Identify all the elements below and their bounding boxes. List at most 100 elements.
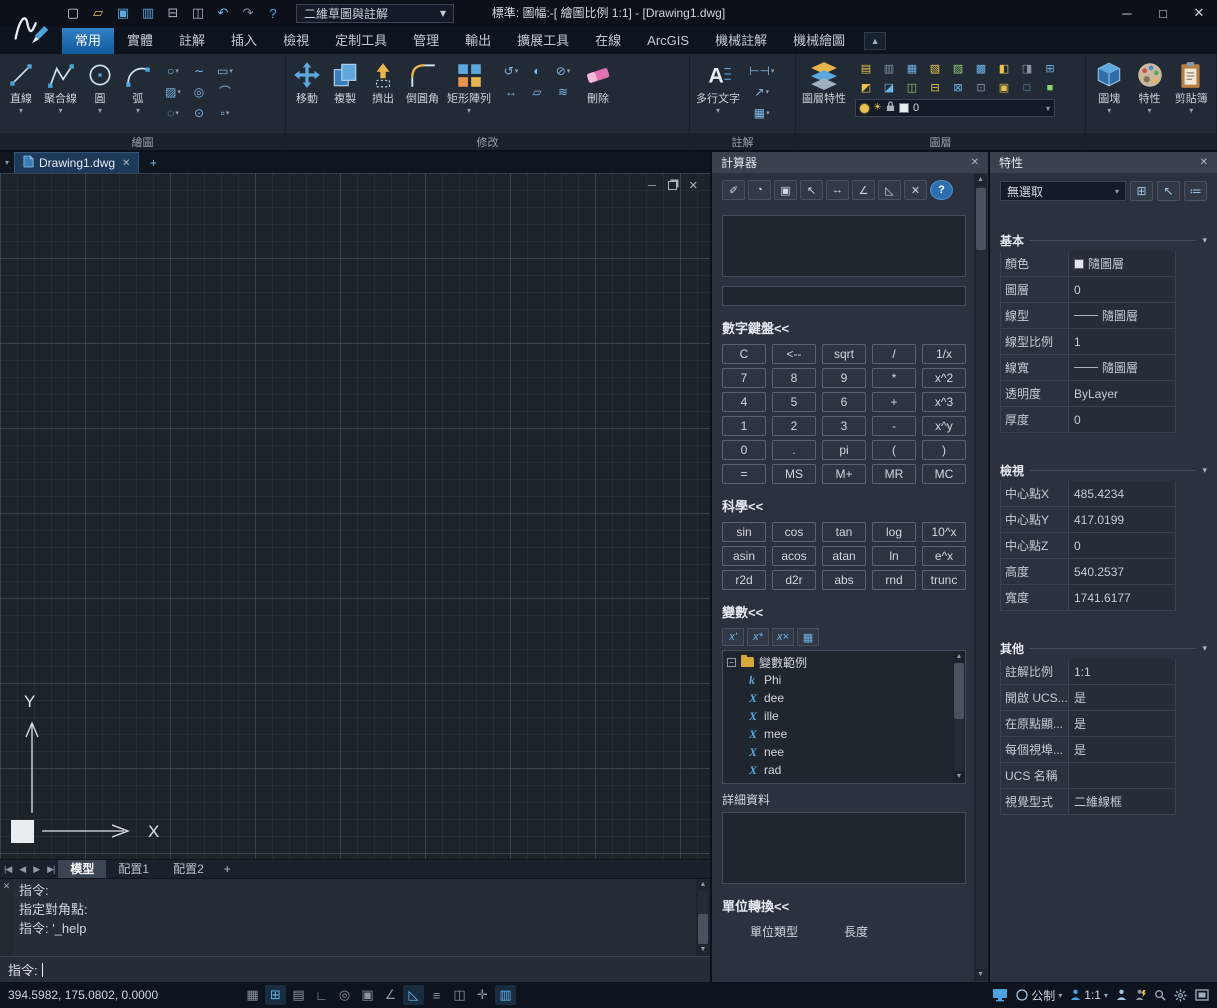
open-folder-icon[interactable]: ▱ — [87, 3, 109, 23]
block-tool[interactable]: 圖塊 ▾ — [1091, 57, 1127, 116]
calc-digit-4-button[interactable]: 4 — [722, 392, 766, 412]
property-value[interactable]: 是 — [1069, 711, 1175, 736]
make-current-layer-icon[interactable]: ⊞ — [1039, 60, 1061, 77]
close-button[interactable]: ✕ — [1181, 0, 1217, 26]
turn-layer-on-icon[interactable]: ▤ — [855, 60, 877, 77]
arc-tool[interactable]: 弧 ▾ — [120, 57, 156, 116]
close-palette-icon[interactable]: ✕ — [1200, 157, 1208, 168]
ortho-mode-icon[interactable]: ∟ — [311, 985, 332, 1005]
calc-cos-button[interactable]: cos — [772, 522, 816, 542]
scrollbar-thumb[interactable] — [976, 188, 986, 250]
property-value[interactable]: 0 — [1069, 533, 1175, 558]
property-row-other-3[interactable]: 每個視埠...是 — [1000, 737, 1176, 763]
layer-freeze-icon[interactable]: ▦ — [901, 60, 923, 77]
calc-cube-button[interactable]: x^3 — [922, 392, 966, 412]
property-row-basic-4[interactable]: 線寬隨圖層 — [1000, 355, 1176, 381]
save-icon[interactable]: ▣ — [112, 3, 134, 23]
dynamic-input-icon[interactable]: ✛ — [472, 985, 493, 1005]
scrollbar-thumb[interactable] — [954, 663, 964, 719]
scroll-down-icon[interactable]: ▼ — [977, 970, 984, 980]
ribbon-tab-12[interactable]: 機械繪圖 — [780, 28, 858, 54]
property-row-basic-3[interactable]: 線型比例1 — [1000, 329, 1176, 355]
minimize-button[interactable]: ─ — [1109, 0, 1145, 26]
rectangle-icon[interactable]: ▭▾ — [214, 61, 236, 80]
calc-trunc-button[interactable]: trunc — [922, 570, 966, 590]
point-icon[interactable]: ⊙ — [188, 103, 210, 122]
calc-acos-button[interactable]: acos — [772, 546, 816, 566]
calc-tan-button[interactable]: tan — [822, 522, 866, 542]
property-row-basic-0[interactable]: 顏色隨圖層 — [1000, 251, 1176, 277]
unit-type-value[interactable]: 長度 — [844, 923, 868, 940]
grid-display-icon[interactable]: ▤ — [288, 985, 309, 1005]
doc-close-icon[interactable]: ✕ — [689, 179, 698, 192]
calc-reciprocal-button[interactable]: 1/x — [922, 344, 966, 364]
property-row-basic-5[interactable]: 透明度ByLayer — [1000, 381, 1176, 407]
property-value[interactable]: 540.2537 — [1069, 559, 1175, 584]
calc-paren-open-button[interactable]: ( — [872, 440, 916, 460]
calc-paren-close-button[interactable]: ) — [922, 440, 966, 460]
scroll-down-icon[interactable]: ▼ — [956, 772, 963, 782]
layer-thaw-icon[interactable]: ▧ — [924, 60, 946, 77]
draw-panel-label[interactable]: 繪圖 — [0, 133, 285, 150]
scroll-up-icon[interactable]: ▲ — [977, 175, 984, 185]
offset-icon[interactable]: ▱ — [526, 82, 548, 101]
layer-isolate-icon[interactable]: ◧ — [993, 60, 1015, 77]
property-row-other-0[interactable]: 註解比例1:1 — [1000, 659, 1176, 685]
calc-sqrt-button[interactable]: sqrt — [822, 344, 866, 364]
mtext-tool[interactable]: A 多行文字 ▾ — [693, 57, 743, 116]
new-drawing-button[interactable]: + — [143, 155, 163, 171]
command-input-row[interactable]: 指令: — [0, 956, 710, 982]
property-value[interactable]: 隨圖層 — [1069, 303, 1175, 328]
layer-properties-tool[interactable]: 圖層特性 — [799, 57, 849, 107]
copy-to-layer-icon[interactable]: ◫ — [901, 79, 923, 96]
calc-mc-button[interactable]: MC — [922, 464, 966, 484]
layout-tab-0[interactable]: 模型 — [58, 860, 106, 879]
command-history[interactable]: ✕ 指令:指定對角點:指令: '_help ▲ ▼ — [0, 878, 710, 956]
table-icon[interactable]: ▦▾ — [749, 103, 774, 122]
layer-unisolate-icon[interactable]: ◨ — [1016, 60, 1038, 77]
ribbon-tab-1[interactable]: 實體 — [114, 28, 166, 54]
quick-properties-icon[interactable]: ▥ — [495, 985, 516, 1005]
variable-row[interactable]: Xdee — [727, 689, 949, 707]
erase-tool[interactable]: 刪除 — [580, 57, 616, 107]
variable-to-input-icon[interactable]: ▦ — [797, 628, 819, 646]
property-value[interactable]: 417.0199 — [1069, 507, 1175, 532]
autoscale-icon[interactable] — [1135, 989, 1146, 1001]
move-to-layer-icon[interactable]: ⊟ — [924, 79, 946, 96]
region-icon[interactable]: ◌▾ — [162, 103, 184, 122]
tab-menu-icon[interactable]: ▾ — [0, 158, 14, 167]
layer-state-icon[interactable]: □ — [1016, 79, 1038, 96]
collapse-icon[interactable]: ▾ — [1202, 465, 1207, 476]
undo-icon[interactable]: ↶ — [212, 3, 234, 23]
add-layout-button[interactable]: + — [216, 862, 239, 876]
plot-icon[interactable]: ⊟ — [162, 3, 184, 23]
property-row-view-3[interactable]: 高度540.2537 — [1000, 559, 1176, 585]
calc-digit-2-button[interactable]: 2 — [772, 416, 816, 436]
variable-row[interactable]: kPhi — [727, 671, 949, 689]
modify-panel-label[interactable]: 修改 — [286, 133, 689, 150]
layer-merge-icon[interactable]: ⊡ — [970, 79, 992, 96]
save-as-icon[interactable]: ▥ — [137, 3, 159, 23]
ribbon-tab-11[interactable]: 機械註解 — [702, 28, 780, 54]
trim-icon[interactable]: ⊘▾ — [552, 61, 574, 80]
calc-m--button[interactable]: M+ — [822, 464, 866, 484]
clean-screen-icon[interactable] — [1195, 989, 1209, 1001]
calc-power-button[interactable]: x^y — [922, 416, 966, 436]
lineweight-icon[interactable]: ≡ — [426, 985, 447, 1005]
property-value[interactable]: 0 — [1069, 277, 1175, 302]
circle-tool[interactable]: 圓 ▾ — [82, 57, 118, 116]
mirror-icon[interactable]: ◐ — [526, 61, 548, 80]
variable-row[interactable]: Xvee — [727, 779, 949, 783]
calc-rnd-button[interactable]: rnd — [872, 570, 916, 590]
property-row-basic-2[interactable]: 線型隨圖層 — [1000, 303, 1176, 329]
calculator-input[interactable] — [722, 286, 966, 306]
calc-pi-button[interactable]: pi — [822, 440, 866, 460]
select-objects-icon[interactable]: ↖ — [1157, 181, 1180, 201]
variable-row[interactable]: Xrad — [727, 761, 949, 779]
ribbon-tab-8[interactable]: 擴展工具 — [504, 28, 582, 54]
layout-tab-1[interactable]: 配置1 — [106, 860, 161, 879]
section-header-basic[interactable]: 基本▾ — [1000, 229, 1207, 251]
property-row-other-1[interactable]: 開啟 UCS...是 — [1000, 685, 1176, 711]
units-menu[interactable]: 公制 ▾ — [1016, 987, 1062, 1004]
spline-icon[interactable]: ∼ — [188, 61, 210, 80]
